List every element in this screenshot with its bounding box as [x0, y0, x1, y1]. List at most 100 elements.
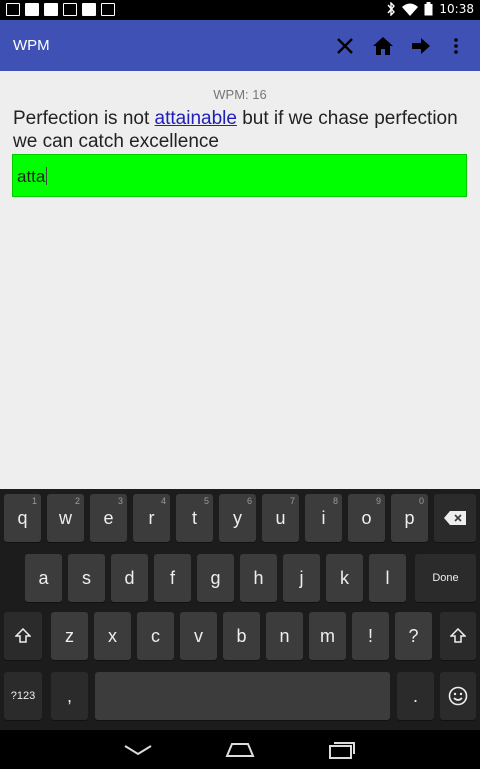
key-m[interactable]: m	[309, 612, 346, 660]
key-comma[interactable]: ,	[51, 672, 88, 720]
soft-keyboard: q 1 w 2 e 3 r 4 t 5 y 6 u 7 i 8 o 9 p 0 a s d f g h j k l Done z x c v b n m…	[0, 489, 480, 730]
done-key-label: Done	[432, 572, 459, 584]
key-hint: 3	[117, 496, 123, 506]
shift-key-left[interactable]	[4, 612, 42, 660]
key-period-label: .	[412, 685, 418, 706]
backspace-key[interactable]	[434, 494, 476, 542]
done-key[interactable]: Done	[415, 554, 476, 602]
key-n-label: n	[279, 625, 290, 646]
back-button[interactable]	[118, 738, 158, 762]
key-e-label: e	[103, 507, 114, 528]
wifi-icon	[402, 3, 419, 16]
key-c[interactable]: c	[137, 612, 174, 660]
key-p[interactable]: p0	[391, 494, 428, 542]
key-d-label: d	[124, 567, 135, 588]
key-g-label: g	[210, 567, 221, 588]
key-t[interactable]: t5	[176, 494, 213, 542]
emoji-key[interactable]	[440, 672, 476, 720]
key-exclamation[interactable]: !	[352, 612, 389, 660]
key-g[interactable]: g	[197, 554, 234, 602]
battery-icon	[424, 2, 433, 16]
home-button[interactable]	[369, 32, 397, 60]
backspace-icon	[444, 511, 466, 525]
key-o[interactable]: o9	[348, 494, 385, 542]
key-e[interactable]: e3	[90, 494, 127, 542]
text-cursor	[46, 167, 48, 185]
recents-button[interactable]	[322, 738, 362, 762]
close-button[interactable]	[331, 32, 359, 60]
key-hint: 5	[203, 496, 209, 506]
key-y-label: y	[233, 507, 242, 528]
key-r[interactable]: r4	[133, 494, 170, 542]
space-key[interactable]	[95, 672, 390, 720]
home-outline-icon	[225, 743, 255, 757]
typing-input[interactable]: atta	[12, 154, 467, 197]
key-hint: 0	[418, 496, 424, 506]
key-s[interactable]: s	[68, 554, 105, 602]
target-sentence: Perfection is not attainable but if we c…	[13, 107, 463, 153]
key-i[interactable]: i8	[305, 494, 342, 542]
key-q[interactable]: q1	[4, 494, 41, 542]
key-l[interactable]: l	[369, 554, 406, 602]
close-icon	[337, 38, 353, 54]
navigation-bar	[0, 730, 480, 769]
bluetooth-icon	[387, 2, 396, 16]
key-exclamation-label: !	[367, 625, 373, 646]
key-j[interactable]: j	[283, 554, 320, 602]
key-c-label: c	[151, 625, 160, 646]
key-x[interactable]: x	[94, 612, 131, 660]
key-z-label: z	[65, 625, 74, 646]
overflow-menu-button[interactable]	[442, 32, 470, 60]
key-s-label: s	[82, 567, 91, 588]
photo-icon	[101, 3, 115, 16]
wpm-counter: WPM: 16	[213, 87, 267, 102]
emoji-icon	[448, 686, 468, 706]
key-w[interactable]: w2	[47, 494, 84, 542]
shift-key-right[interactable]	[440, 612, 476, 660]
key-period[interactable]: .	[397, 672, 434, 720]
key-v[interactable]: v	[180, 612, 217, 660]
app-bar: WPM	[0, 20, 480, 71]
key-o-label: o	[361, 507, 372, 528]
home-nav-button[interactable]	[220, 738, 260, 762]
key-a[interactable]: a	[25, 554, 62, 602]
key-f[interactable]: f	[154, 554, 191, 602]
symbols-key[interactable]: ?123	[4, 672, 42, 720]
key-d[interactable]: d	[111, 554, 148, 602]
recents-icon	[329, 742, 355, 759]
status-bar: 10:38	[0, 0, 480, 20]
symbols-key-label: ?123	[10, 690, 36, 702]
shift-icon	[450, 628, 466, 643]
key-k[interactable]: k	[326, 554, 363, 602]
key-question[interactable]: ?	[395, 612, 432, 660]
key-x-label: x	[108, 625, 117, 646]
key-b-label: b	[236, 625, 247, 646]
key-hint: 2	[74, 496, 80, 506]
key-b[interactable]: b	[223, 612, 260, 660]
key-hint: 8	[332, 496, 338, 506]
key-h-label: h	[253, 567, 264, 588]
key-h[interactable]: h	[240, 554, 277, 602]
main-content: WPM: 16 Perfection is not attainable but…	[0, 71, 480, 489]
key-n[interactable]: n	[266, 612, 303, 660]
arrow-right-icon	[412, 38, 430, 54]
notification-icon	[6, 3, 20, 16]
key-hint: 9	[375, 496, 381, 506]
key-m-label: m	[320, 625, 335, 646]
key-v-label: v	[194, 625, 203, 646]
key-z[interactable]: z	[51, 612, 88, 660]
key-p-label: p	[404, 507, 415, 528]
bag-icon	[82, 3, 96, 16]
clock: 10:38	[439, 2, 474, 16]
shift-icon	[15, 628, 31, 643]
next-button[interactable]	[407, 32, 435, 60]
app-title: WPM	[13, 37, 50, 54]
key-k-label: k	[340, 567, 349, 588]
key-u[interactable]: u7	[262, 494, 299, 542]
image-icon	[63, 3, 77, 16]
key-hint: 4	[160, 496, 166, 506]
key-q-label: q	[17, 507, 28, 528]
key-y[interactable]: y6	[219, 494, 256, 542]
key-t-label: t	[191, 507, 197, 528]
key-l-label: l	[385, 567, 390, 588]
